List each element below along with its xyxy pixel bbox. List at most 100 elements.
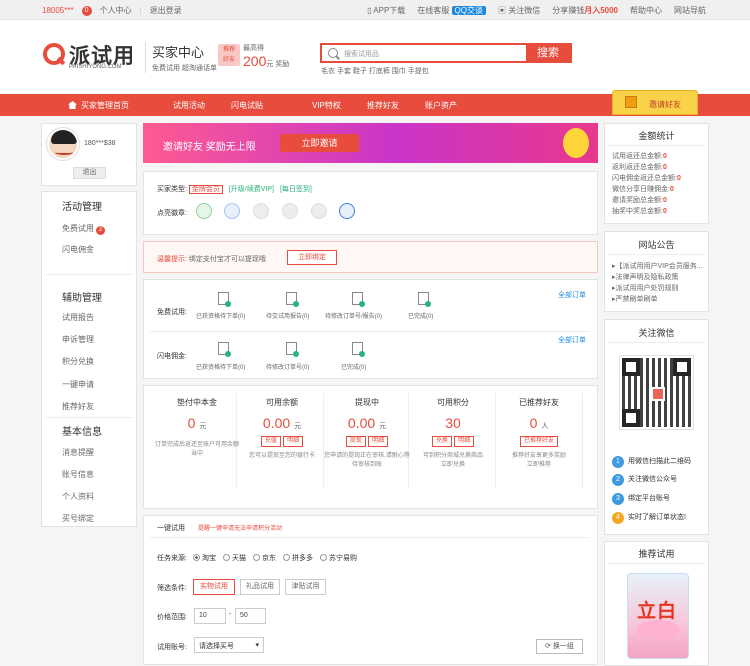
source-tmall[interactable]: 天猫: [223, 553, 246, 563]
source-pdd[interactable]: 拼多多: [283, 553, 313, 563]
nav-item-vip[interactable]: VIP特权: [312, 100, 341, 111]
stat-desc: 您申请的提现正在审核,请耐心等待审核到账: [324, 453, 410, 468]
stat-unit: 元: [199, 423, 207, 430]
qr-code-image: [619, 355, 694, 430]
center-title: 买家中心: [152, 45, 205, 60]
recharge-button[interactable]: 充值: [260, 436, 281, 447]
flash-order-status-3[interactable]: 已完成(0): [341, 362, 366, 371]
stat-row-value: 0: [662, 197, 667, 204]
card-badge-icon[interactable]: [282, 203, 298, 219]
referred-friends-button[interactable]: 已推荐好友: [519, 436, 558, 447]
nav-item-flash[interactable]: 闪电试贴: [231, 100, 263, 111]
filter-physical-button[interactable]: 实物试用: [193, 579, 235, 595]
sidebar-item-flash[interactable]: 闪电佣金: [62, 244, 94, 255]
wechat-badge-icon[interactable]: [196, 203, 212, 219]
recommended-product-image[interactable]: 立白: [627, 573, 689, 659]
search-button[interactable]: 搜索: [526, 45, 570, 61]
sidebar-item-account[interactable]: 账号信息: [62, 469, 94, 480]
app-download-link[interactable]: ▯ APP下载: [367, 5, 405, 16]
step-text: 关注微信公众号: [628, 476, 677, 483]
logout-link[interactable]: 退出登录: [150, 5, 182, 16]
notice-item[interactable]: ▸派试用用户处罚规则: [612, 283, 706, 294]
all-orders-link-flash[interactable]: 全部订单: [558, 335, 586, 345]
stat-row-value: 0: [662, 153, 667, 160]
daily-sign-link[interactable]: [每日签到]: [280, 186, 312, 193]
nav-item-assets[interactable]: 账户资产: [425, 100, 457, 111]
exchange-button[interactable]: 兑换: [431, 436, 452, 447]
flash-order-status-2[interactable]: 待修改订单号(0): [266, 362, 309, 371]
wechat-step-1: 1 用微信扫描此二维码: [612, 456, 691, 468]
hot-search-words[interactable]: 毛衣 手套 鞋子 打底裤 围巾 手提包: [321, 66, 429, 76]
site-logo[interactable]: 派试用 PAISHIYONG.COM: [43, 40, 138, 74]
share-earn-link[interactable]: 分享赚钱月入5000: [552, 5, 618, 16]
sidebar-item-report[interactable]: 试用报告: [62, 312, 94, 323]
source-taobao[interactable]: 淘宝: [193, 553, 216, 563]
stat-row-value: 0: [669, 186, 674, 193]
source-suning[interactable]: 苏宁易购: [320, 553, 357, 563]
free-order-status-4[interactable]: 已完成(0): [408, 311, 433, 320]
stat-title: 可用积分: [437, 398, 469, 407]
filter-gift-button[interactable]: 礼品试用: [240, 579, 280, 595]
sidebar-item-profile[interactable]: 个人资料: [62, 491, 94, 502]
message-count-badge[interactable]: 0: [81, 5, 92, 16]
invite-tab-label: 邀请好友: [649, 100, 681, 109]
phone-badge-icon[interactable]: [224, 203, 240, 219]
sidebar-item-oneclick[interactable]: 一键申请: [62, 379, 94, 390]
alipay-badge-icon[interactable]: [311, 203, 327, 219]
sidebar-item-messages[interactable]: 消息提醒: [62, 447, 94, 458]
sidebar-item-appeal[interactable]: 申诉管理: [62, 334, 94, 345]
price-min-input[interactable]: 10: [194, 608, 226, 624]
qr-badge-icon[interactable]: [339, 203, 355, 219]
nav-item-trial[interactable]: 试用活动: [173, 100, 205, 111]
refresh-button[interactable]: ⟳ 换一组: [536, 639, 583, 654]
exchange-now-link[interactable]: 立即兑换: [409, 461, 497, 470]
notice-item[interactable]: ▸【派试用用户VIP会员服务...: [612, 261, 706, 272]
reward-amount: 200: [243, 53, 267, 69]
bind-now-button[interactable]: 立即绑定: [287, 250, 337, 265]
sidebar-item-points[interactable]: 积分兑换: [62, 356, 94, 367]
wechat-step-3: 3 绑定平台账号: [612, 493, 670, 505]
banner-invite-button[interactable]: 立即邀请: [280, 134, 359, 152]
all-orders-label: 全部订单: [558, 292, 586, 299]
recommend-now-link[interactable]: 立即推荐: [495, 461, 583, 470]
balance-detail-button[interactable]: 明细: [283, 436, 304, 447]
price-max-input[interactable]: 50: [235, 608, 266, 624]
notice-item[interactable]: ▸法律声明及隐私政策: [612, 272, 706, 283]
site-nav-link[interactable]: 网站导航: [674, 5, 706, 16]
sidebar-item-free-trial[interactable]: 免费试用 2: [62, 223, 105, 235]
radio-icon: [253, 554, 260, 561]
personal-center-link[interactable]: 个人中心: [100, 5, 132, 16]
points-detail-button[interactable]: 明细: [454, 436, 475, 447]
banner-text: 邀请好友 奖励无上限: [163, 142, 256, 153]
free-order-status-1[interactable]: 已获资格待下单(0): [196, 311, 245, 320]
upgrade-vip-link[interactable]: [升级/续费VIP]: [229, 186, 274, 193]
sidebar-item-recommend[interactable]: 推荐好友: [62, 401, 94, 412]
nav-item-home[interactable]: 买家管理首页: [68, 100, 129, 111]
online-service-link[interactable]: 在线客服 QQ交谈: [417, 5, 486, 16]
source-jd[interactable]: 京东: [253, 553, 276, 563]
follow-wechat-link[interactable]: ▣ 关注微信: [498, 5, 540, 16]
invite-friends-tab[interactable]: 邀请好友: [612, 90, 698, 115]
sidebar-item-bind[interactable]: 买号绑定: [62, 513, 94, 524]
filter-allowance-button[interactable]: 津贴试用: [285, 579, 326, 595]
all-orders-link-free[interactable]: 全部订单: [558, 290, 586, 300]
withdraw-detail-button[interactable]: 明细: [368, 436, 389, 447]
notice-item[interactable]: ▸严禁刷单刷单: [612, 294, 706, 305]
stat-title: 可用余额: [266, 398, 298, 407]
avatar[interactable]: [47, 128, 79, 160]
invite-friends-badge[interactable]: 推荐 好友: [218, 44, 240, 66]
invite-banner[interactable]: 邀请好友 奖励无上限 立即邀请: [143, 123, 598, 163]
free-order-status-3[interactable]: 待修改订单号/报告(0): [325, 311, 382, 320]
logo-en: PAISHIYONG.COM: [69, 64, 122, 70]
search-input[interactable]: 搜索试用品: [344, 49, 379, 59]
flash-order-status-1[interactable]: 已获资格待下单(0): [196, 362, 245, 371]
sidebar-logout-button[interactable]: 退出: [73, 167, 106, 179]
free-order-status-2[interactable]: 待交试用报告(0): [266, 311, 309, 320]
nav-item-recommend[interactable]: 推荐好友: [367, 100, 399, 111]
username-link[interactable]: 18005***: [42, 6, 74, 15]
shop-badge-icon[interactable]: [253, 203, 269, 219]
withdraw-button[interactable]: 提现: [345, 436, 366, 447]
help-center-link[interactable]: 帮助中心: [630, 5, 662, 16]
qq-chat-button[interactable]: QQ交谈: [451, 6, 486, 15]
account-select[interactable]: 请选择买号 ▾: [194, 637, 264, 653]
